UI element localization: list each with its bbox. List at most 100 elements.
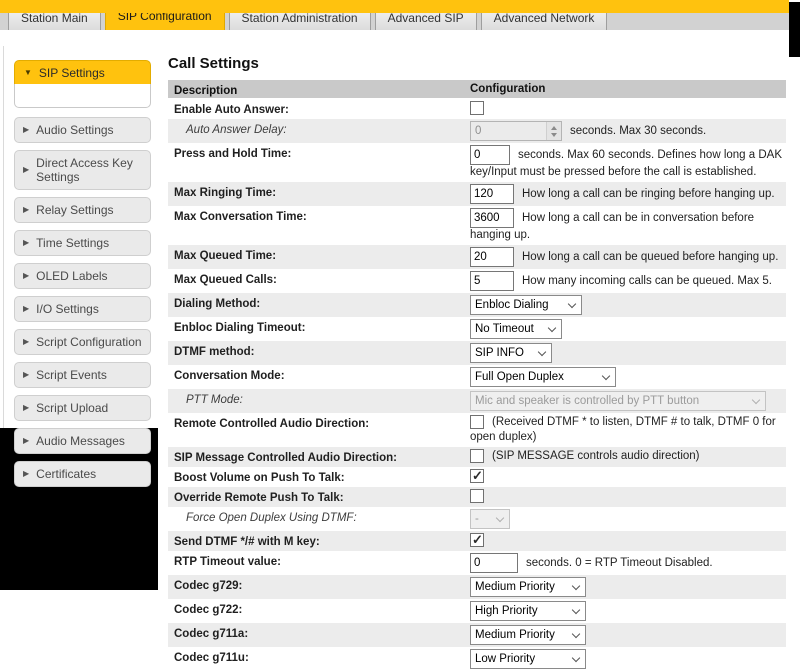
table-row: Force Open Duplex Using DTMF: - (168, 507, 786, 531)
sidebar-nav: ▼ SIP Settings ▶ Audio Settings ▶ Direct… (14, 60, 151, 494)
press-and-hold-time-input[interactable] (470, 145, 510, 165)
sidebar-item-label: Direct Access Key Settings (36, 156, 142, 184)
setting-help: How long a call can be ringing before ha… (522, 188, 775, 200)
setting-help: seconds. Max 30 seconds. (570, 125, 706, 137)
triangle-right-icon: ▶ (23, 123, 29, 137)
column-header-configuration: Configuration (470, 82, 786, 97)
table-row: Boost Volume on Push To Talk: (168, 467, 786, 487)
sidebar-item-label: OLED Labels (36, 269, 107, 283)
table-row: Max Queued Time: How long a call can be … (168, 245, 786, 269)
table-row: Enbloc Dialing Timeout: No Timeout (168, 317, 786, 341)
sidebar-item-script-upload[interactable]: ▶ Script Upload (14, 395, 151, 421)
enable-auto-answer-checkbox[interactable] (470, 101, 484, 115)
table-row: Dialing Method: Enbloc Dialing (168, 293, 786, 317)
chevron-down-icon (602, 371, 610, 379)
chevron-down-icon (572, 653, 580, 661)
spinner-up-icon[interactable] (551, 126, 557, 130)
setting-label: Enbloc Dialing Timeout: (174, 322, 305, 334)
chevron-down-icon (568, 299, 576, 307)
sidebar-item-oled-labels[interactable]: ▶ OLED Labels (14, 263, 151, 289)
setting-label: RTP Timeout value: (174, 556, 281, 568)
rtp-timeout-input[interactable] (470, 553, 518, 573)
chevron-down-icon (572, 581, 580, 589)
triangle-right-icon: ▶ (23, 467, 29, 481)
setting-help: (Received DTMF * to listen, DTMF # to ta… (470, 416, 776, 443)
auto-answer-delay-spinner[interactable]: 0 (470, 121, 562, 141)
conversation-mode-select[interactable]: Full Open Duplex (470, 367, 616, 387)
triangle-right-icon: ▶ (23, 236, 29, 250)
override-remote-ptt-checkbox[interactable] (470, 489, 484, 503)
setting-label: Max Queued Time: (174, 250, 276, 262)
triangle-right-icon: ▶ (23, 401, 29, 415)
setting-label: Auto Answer Delay: (174, 124, 287, 136)
send-dtmf-with-m-key-checkbox[interactable] (470, 533, 484, 547)
triangle-right-icon: ▶ (23, 335, 29, 349)
setting-label: Force Open Duplex Using DTMF: (174, 512, 357, 524)
sidebar-item-script-events[interactable]: ▶ Script Events (14, 362, 151, 388)
table-row: Send DTMF */# with M key: (168, 531, 786, 551)
codec-g722-select[interactable]: High Priority (470, 601, 586, 621)
table-row: Codec g722: High Priority (168, 599, 786, 623)
sidebar-item-script-configuration[interactable]: ▶ Script Configuration (14, 329, 151, 355)
select-value: Medium Priority (475, 628, 555, 643)
sidebar-item-direct-access-key-settings[interactable]: ▶ Direct Access Key Settings (14, 150, 151, 190)
sidebar-item-label: SIP Settings (39, 66, 105, 80)
select-value: - (475, 512, 479, 527)
codec-g711u-select[interactable]: Low Priority (470, 649, 586, 669)
sidebar-group-body (14, 84, 151, 108)
setting-help: seconds. 0 = RTP Timeout Disabled. (526, 557, 713, 569)
sidebar-item-time-settings[interactable]: ▶ Time Settings (14, 230, 151, 256)
triangle-right-icon: ▶ (23, 269, 29, 283)
triangle-right-icon: ▶ (23, 434, 29, 448)
sidebar-item-label: Relay Settings (36, 203, 113, 217)
table-row: Press and Hold Time: seconds. Max 60 sec… (168, 143, 786, 182)
setting-label: Remote Controlled Audio Direction: (174, 418, 369, 430)
table-row: PTT Mode: Mic and speaker is controlled … (168, 389, 786, 413)
sip-message-controlled-audio-direction-checkbox[interactable] (470, 449, 484, 463)
max-ringing-time-input[interactable] (470, 184, 514, 204)
screenshot-black-region-top-right (789, 2, 800, 57)
max-queued-calls-input[interactable] (470, 271, 514, 291)
force-open-duplex-select: - (470, 509, 510, 529)
chevron-down-icon (572, 605, 580, 613)
sidebar-item-label: Script Events (36, 368, 107, 382)
codec-g711a-select[interactable]: Medium Priority (470, 625, 586, 645)
setting-label: Codec g711u: (174, 652, 249, 664)
sidebar-item-label: Script Configuration (36, 335, 141, 349)
boost-volume-on-ptt-checkbox[interactable] (470, 469, 484, 483)
triangle-right-icon: ▶ (23, 368, 29, 382)
setting-label: PTT Mode: (174, 394, 243, 406)
setting-label: Max Ringing Time: (174, 187, 276, 199)
table-row: Max Ringing Time: How long a call can be… (168, 182, 786, 206)
max-queued-time-input[interactable] (470, 247, 514, 267)
table-row: Codec g711a: Medium Priority (168, 623, 786, 647)
chevron-down-icon (496, 513, 504, 521)
spinner-value: 0 (471, 122, 546, 140)
dtmf-method-select[interactable]: SIP INFO (470, 343, 552, 363)
spinner-down-icon[interactable] (551, 133, 557, 137)
sidebar-item-label: Audio Messages (36, 434, 125, 448)
sidebar-item-io-settings[interactable]: ▶ I/O Settings (14, 296, 151, 322)
setting-label: Boost Volume on Push To Talk: (174, 472, 345, 484)
select-value: Low Priority (475, 652, 535, 667)
sidebar-item-audio-settings[interactable]: ▶ Audio Settings (14, 117, 151, 143)
max-conversation-time-input[interactable] (470, 208, 514, 228)
chevron-down-icon (538, 347, 546, 355)
setting-label: Max Queued Calls: (174, 274, 277, 286)
setting-label: Codec g711a: (174, 628, 248, 640)
select-value: Full Open Duplex (475, 370, 564, 385)
sidebar-item-relay-settings[interactable]: ▶ Relay Settings (14, 197, 151, 223)
main-content: Call Settings Description Configuration … (168, 55, 786, 671)
enbloc-dialing-timeout-select[interactable]: No Timeout (470, 319, 562, 339)
remote-controlled-audio-direction-checkbox[interactable] (470, 415, 484, 429)
select-value: Medium Priority (475, 580, 555, 595)
sidebar-item-audio-messages[interactable]: ▶ Audio Messages (14, 428, 151, 454)
dialing-method-select[interactable]: Enbloc Dialing (470, 295, 582, 315)
table-row: DTMF method: SIP INFO (168, 341, 786, 365)
codec-g729-select[interactable]: Medium Priority (470, 577, 586, 597)
select-value: Mic and speaker is controlled by PTT but… (475, 394, 699, 409)
sidebar-item-label: Script Upload (36, 401, 108, 415)
sidebar-item-certificates[interactable]: ▶ Certificates (14, 461, 151, 487)
sidebar-item-sip-settings[interactable]: ▼ SIP Settings (14, 60, 151, 84)
table-row: Conversation Mode: Full Open Duplex (168, 365, 786, 389)
